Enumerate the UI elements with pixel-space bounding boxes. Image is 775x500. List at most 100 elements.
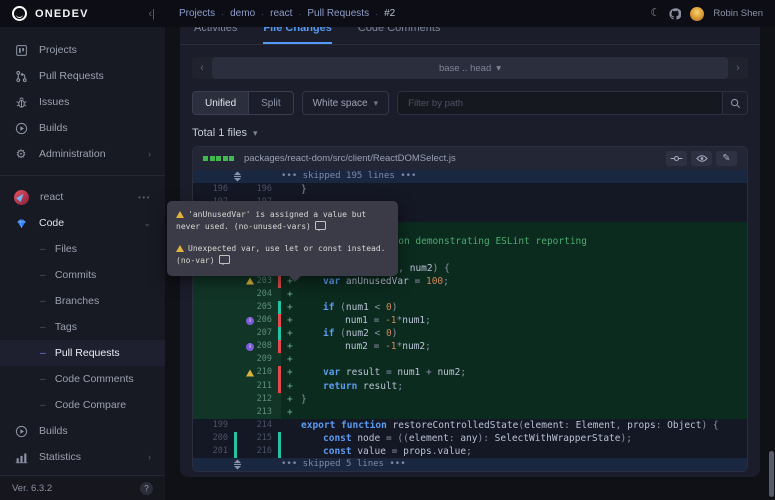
split-view-button[interactable]: Split: [249, 91, 293, 115]
diff-row: 213 +: [193, 406, 747, 419]
commit-range-selector[interactable]: base .. head ▾: [212, 57, 728, 79]
info-icon[interactable]: i: [246, 317, 254, 325]
diff-marker: +: [287, 340, 301, 353]
old-line-number[interactable]: 200: [213, 433, 228, 443]
pencil-icon: ✎: [722, 153, 730, 164]
unified-view-button[interactable]: Unified: [192, 91, 249, 115]
sidebar-item-label: Projects: [39, 44, 77, 56]
new-line-number[interactable]: 196: [257, 184, 272, 194]
new-line-number[interactable]: 204: [257, 289, 272, 299]
search-button[interactable]: [723, 91, 748, 115]
diff-file-header: packages/react-dom/src/client/ReactDOMSe…: [193, 147, 747, 170]
code-token: ;: [425, 341, 431, 352]
old-line-number[interactable]: 199: [213, 420, 228, 430]
old-line-number[interactable]: 201: [213, 446, 228, 456]
sidebar-subitem-files[interactable]: –Files: [0, 236, 165, 262]
expand-lines-button[interactable]: [193, 170, 281, 183]
sidebar-item-builds[interactable]: Builds: [0, 418, 165, 444]
code-token: num2: [402, 341, 425, 352]
sidebar-item-projects[interactable]: Projects: [0, 37, 165, 63]
breadcrumb-link-projects[interactable]: Projects: [179, 8, 215, 19]
file-path[interactable]: packages/react-dom/src/client/ReactDOMSe…: [244, 153, 456, 164]
sidebar-item-issues[interactable]: Issues: [0, 89, 165, 115]
new-line-number[interactable]: 205: [257, 302, 272, 312]
sidebar-subitem-pull-requests[interactable]: –Pull Requests: [0, 340, 165, 366]
range-prev-button[interactable]: ‹: [192, 62, 212, 74]
old-line-number[interactable]: 196: [213, 184, 228, 194]
warning-icon[interactable]: [246, 278, 254, 285]
code-token: = ((: [386, 433, 409, 444]
diff-row: 200215const node = ((element: any): Sele…: [193, 432, 747, 445]
edit-file-button[interactable]: ✎: [716, 151, 737, 166]
sidebar-item-project-react[interactable]: react •••: [0, 184, 165, 210]
new-line-number[interactable]: 206: [257, 315, 272, 325]
scrollbar-thumb[interactable]: [769, 451, 774, 497]
new-line-number[interactable]: 208: [257, 341, 272, 351]
whitespace-dropdown[interactable]: White space ▾: [302, 91, 390, 115]
info-icon[interactable]: i: [246, 343, 254, 351]
warning-icon[interactable]: [246, 369, 254, 376]
range-next-button[interactable]: ›: [728, 62, 748, 74]
sidebar-subitem-commits[interactable]: –Commits: [0, 262, 165, 288]
view-source-button[interactable]: [666, 151, 687, 166]
new-line-gutter: 203: [237, 275, 281, 288]
code-token: num2: [345, 341, 374, 352]
code-token: const: [323, 433, 357, 444]
onedev-logo-icon[interactable]: [12, 6, 27, 21]
add-comment-icon[interactable]: [219, 255, 230, 264]
breadcrumb-link-demo[interactable]: demo: [230, 8, 255, 19]
breadcrumb-link-react[interactable]: react: [270, 8, 292, 19]
user-name[interactable]: Robin Shen: [713, 8, 763, 19]
code-line: +: [281, 288, 747, 301]
diffstat-added-block: [216, 156, 221, 161]
pr-icon: [14, 70, 28, 83]
new-line-number[interactable]: 214: [257, 420, 272, 430]
diff-marker: +: [287, 327, 301, 340]
new-line-number[interactable]: 216: [257, 446, 272, 456]
add-comment-icon[interactable]: [315, 221, 326, 230]
code-token: element: [409, 433, 449, 444]
help-button[interactable]: ?: [140, 482, 153, 495]
github-link-button[interactable]: [669, 8, 681, 20]
sidebar-subitem-branches[interactable]: –Branches: [0, 288, 165, 314]
code-line: export function restoreControlledState(e…: [281, 419, 747, 432]
sidebar-item-code[interactable]: Code ⌄: [0, 210, 165, 236]
expand-lines-button[interactable]: [193, 458, 281, 471]
diff-marker: +: [287, 406, 301, 419]
breadcrumb-link-pull-requests[interactable]: Pull Requests: [307, 8, 369, 19]
watch-file-button[interactable]: [691, 151, 712, 166]
filter-by-path-input[interactable]: [397, 91, 723, 115]
code-token: Element: [576, 420, 616, 431]
sidebar: ProjectsPull RequestsIssuesBuilds⚙Admini…: [0, 27, 165, 500]
sidebar-item-builds[interactable]: Builds: [0, 115, 165, 141]
total-files-toggle[interactable]: Total 1 files ▾: [192, 127, 748, 139]
sidebar-collapse-icon[interactable]: ‹|: [148, 8, 155, 20]
old-line-gutter: [193, 340, 237, 353]
code-line: +if (num2 < 0): [281, 327, 747, 340]
commit-range-label: base .. head: [439, 63, 491, 74]
sidebar-subitem-code-compare[interactable]: –Code Compare: [0, 392, 165, 418]
new-line-number[interactable]: 203: [257, 276, 272, 286]
sidebar-footer: Ver. 6.3.2 ?: [0, 475, 165, 500]
project-menu-button[interactable]: •••: [138, 193, 151, 202]
new-line-number[interactable]: 211: [257, 381, 272, 391]
old-line-gutter: [193, 288, 237, 301]
new-line-number[interactable]: 212: [257, 394, 272, 404]
new-line-number[interactable]: 209: [257, 354, 272, 364]
sidebar-divider: [0, 175, 165, 176]
sidebar-item-administration[interactable]: ⚙Administration›: [0, 141, 165, 167]
sidebar-subitem-code-comments[interactable]: –Code Comments: [0, 366, 165, 392]
code-text: export function restoreControlledState(e…: [301, 419, 719, 432]
sidebar-item-statistics[interactable]: Statistics›: [0, 444, 165, 470]
new-line-number[interactable]: 210: [257, 367, 272, 377]
user-avatar[interactable]: [690, 7, 704, 21]
sidebar-item-pull-requests[interactable]: Pull Requests: [0, 63, 165, 89]
theme-toggle-button[interactable]: ☾: [650, 8, 660, 19]
new-line-number[interactable]: 207: [257, 328, 272, 338]
code-text: const value = props.value;: [301, 445, 472, 458]
sidebar-item-label: Builds: [39, 425, 68, 437]
new-line-number[interactable]: 215: [257, 433, 272, 443]
new-line-number[interactable]: 213: [257, 407, 272, 417]
diff-marker: +: [287, 366, 301, 379]
sidebar-subitem-tags[interactable]: –Tags: [0, 314, 165, 340]
